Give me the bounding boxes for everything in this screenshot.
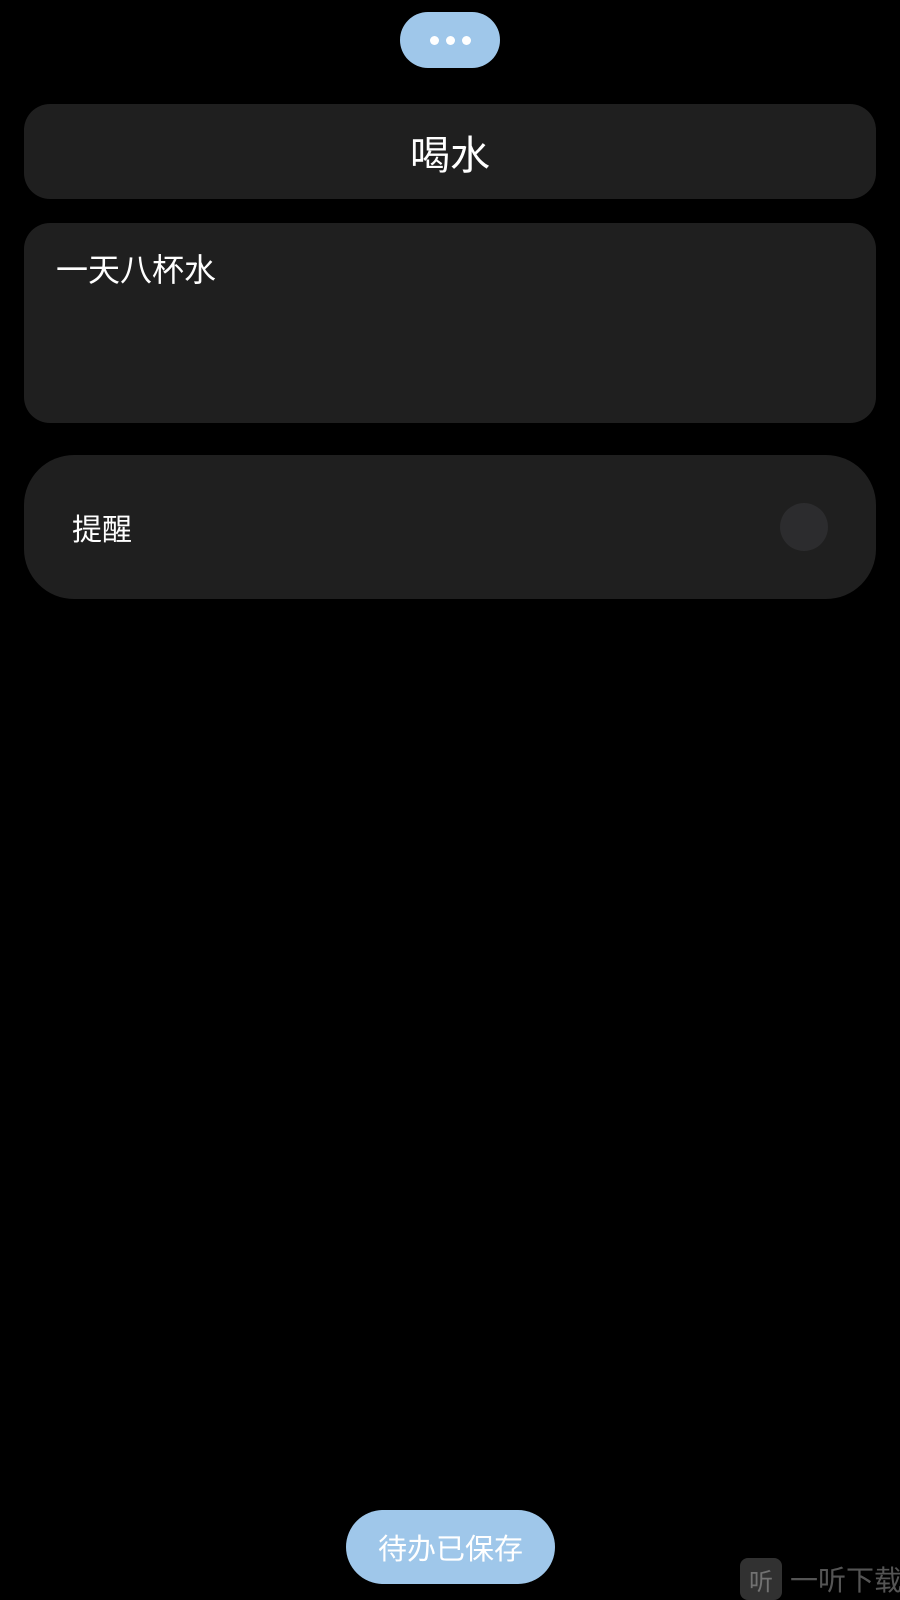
title-field[interactable]: 喝水	[24, 104, 876, 199]
todo-note: 一天八杯水	[56, 251, 217, 289]
watermark-text: 一听下载	[790, 1564, 900, 1597]
note-field[interactable]: 一天八杯水	[24, 223, 876, 423]
toast-text: 待办已保存	[377, 1532, 523, 1566]
more-options-button[interactable]	[400, 12, 500, 68]
more-dots-icon	[429, 35, 439, 45]
reminder-label: 提醒	[72, 513, 132, 548]
watermark-logo-icon: 听	[740, 1558, 782, 1600]
watermark: 听 一听下载	[740, 1558, 900, 1600]
reminder-toggle[interactable]	[780, 503, 828, 551]
more-dots-icon	[445, 35, 455, 45]
more-dots-icon	[461, 35, 471, 45]
reminder-row[interactable]: 提醒	[24, 455, 876, 599]
todo-title: 喝水	[410, 132, 490, 179]
saved-toast: 待办已保存	[346, 1510, 555, 1584]
